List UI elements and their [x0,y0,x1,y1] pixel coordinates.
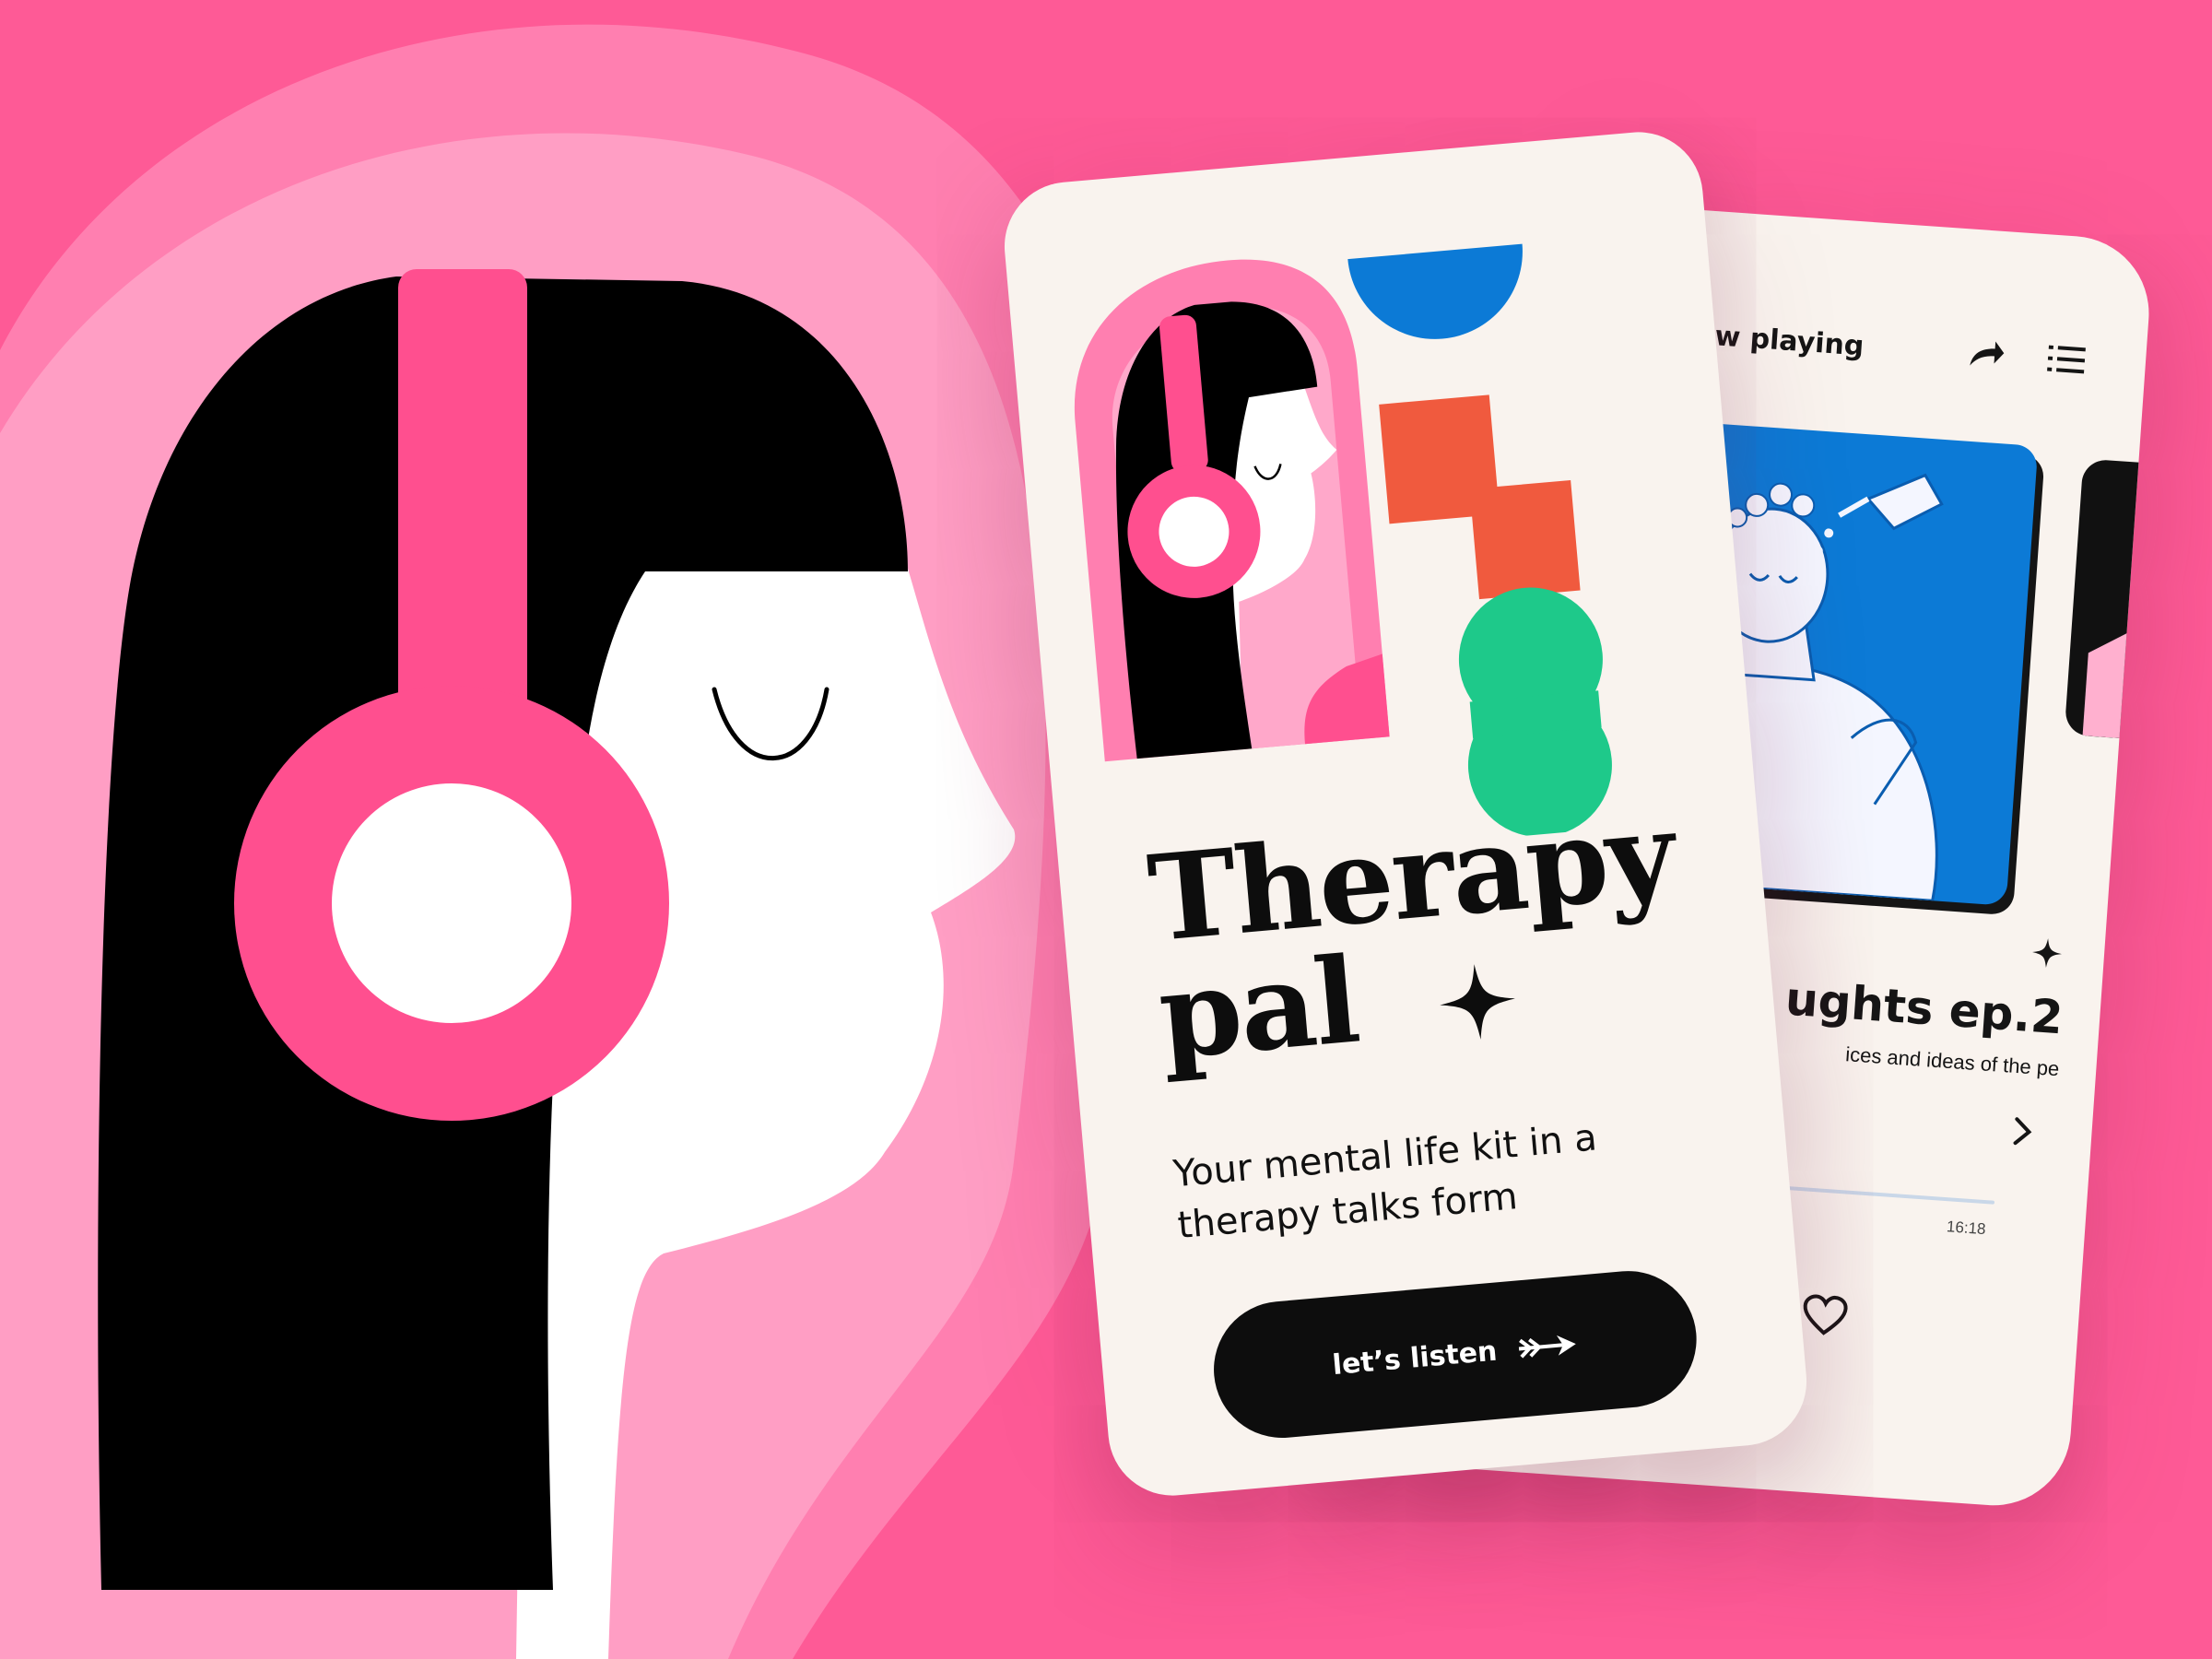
cta-label: let’s listen [1331,1335,1499,1382]
sparkle-icon [2032,938,2062,969]
onboarding-screen: Therapy pal Your mental life kit in a th… [999,126,1812,1501]
list-icon[interactable] [2042,335,2089,382]
headphone-cup-inner [332,783,571,1023]
headphone-band [398,269,527,758]
app-title: Therapy pal [1144,785,1688,1087]
share-icon[interactable] [1962,330,2009,377]
heart-icon[interactable] [1800,1293,1849,1338]
sparkle-icon [1440,964,1515,1040]
total-time: 16:18 [1946,1218,1987,1239]
chevron-right-icon[interactable] [2007,1115,2037,1148]
hero-illustration [1074,243,1612,838]
arrow-right-icon [1518,1335,1576,1359]
lets-listen-button[interactable]: let’s listen [1207,1265,1702,1444]
tagline: Your mental life kit in a therapy talks … [1171,1116,1599,1248]
